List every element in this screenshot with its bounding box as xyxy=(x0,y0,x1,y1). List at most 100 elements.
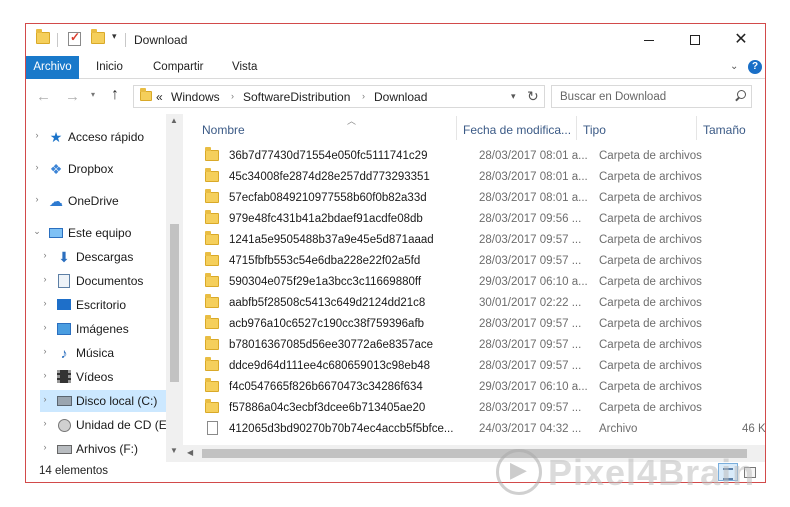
file-date: 28/03/2017 09:56 ... xyxy=(479,213,582,225)
nav-item-disco-local-c[interactable]: › Disco local (C:) xyxy=(40,390,166,412)
breadcrumb-windows[interactable]: Windows xyxy=(171,90,220,104)
refresh-icon[interactable]: ↻ xyxy=(527,88,539,105)
navigation-scrollbar[interactable]: ▲ ▼ xyxy=(166,114,183,462)
expand-ribbon-chevron-icon[interactable]: ⌄ xyxy=(730,61,738,72)
folder-icon xyxy=(205,147,219,161)
nav-item-descargas[interactable]: › ⬇ Descargas xyxy=(40,246,162,268)
nav-item-unidad-cd[interactable]: › Unidad de CD (E xyxy=(40,414,166,436)
play-logo-icon xyxy=(496,449,542,495)
nav-item-acceso-rapido[interactable]: › ★ Acceso rápido xyxy=(32,126,162,148)
expand-chevron-icon[interactable]: › xyxy=(40,346,50,356)
nav-item-onedrive[interactable]: › ☁ OneDrive xyxy=(32,190,162,212)
file-date: 28/03/2017 09:57 ... xyxy=(479,255,582,267)
file-date: 28/03/2017 08:01 a... xyxy=(479,171,588,183)
tab-compartir[interactable]: Compartir xyxy=(153,56,203,79)
file-row[interactable]: 590304e075f29e1a3bcc3c11669880ff 29/03/20… xyxy=(193,271,765,292)
file-date: 28/03/2017 09:57 ... xyxy=(479,318,582,330)
nav-item-escritorio[interactable]: › Escritorio xyxy=(40,294,162,316)
column-header-name[interactable]: Nombre xyxy=(202,123,245,137)
nav-item-videos[interactable]: › Vídeos xyxy=(40,366,162,388)
column-divider[interactable] xyxy=(696,116,697,140)
expand-chevron-icon[interactable]: › xyxy=(40,418,50,428)
file-row[interactable]: 412065d3bd90270b70b74ec4accb5f5bfce... 24… xyxy=(193,418,765,439)
expand-chevron-icon[interactable]: › xyxy=(40,274,50,284)
nav-item-documentos[interactable]: › Documentos xyxy=(40,270,162,292)
properties-icon[interactable] xyxy=(68,30,81,48)
maximize-button[interactable] xyxy=(672,24,718,56)
nav-item-label: Este equipo xyxy=(68,226,132,240)
close-button[interactable]: ✕ xyxy=(718,24,764,56)
breadcrumb-softwaredistribution[interactable]: SoftwareDistribution xyxy=(243,90,350,104)
nav-item-arhivos-f[interactable]: › Arhivos (F:) xyxy=(40,438,162,460)
new-folder-icon[interactable] xyxy=(91,29,105,48)
expand-chevron-icon[interactable]: › xyxy=(32,130,42,140)
file-row[interactable]: 45c34008fe2874d28e257dd773293351 28/03/20… xyxy=(193,166,765,187)
scroll-down-arrow-icon[interactable]: ▼ xyxy=(170,446,178,455)
desktop-icon xyxy=(56,297,72,313)
file-row[interactable]: 36b7d77430d71554e050fc5111741c29 28/03/20… xyxy=(193,145,765,166)
file-date: 24/03/2017 04:32 ... xyxy=(479,423,582,435)
tab-vista[interactable]: Vista xyxy=(232,56,257,79)
expand-chevron-icon[interactable]: › xyxy=(32,162,42,172)
search-input[interactable]: Buscar en Download xyxy=(551,85,752,108)
file-row[interactable]: 57ecfab0849210977558b60f0b82a33d 28/03/20… xyxy=(193,187,765,208)
help-button[interactable]: ? xyxy=(748,60,762,74)
folder-icon xyxy=(205,336,219,350)
address-bar[interactable]: « Windows › SoftwareDistribution › Downl… xyxy=(133,85,545,108)
expand-chevron-icon[interactable]: › xyxy=(40,394,50,404)
file-row[interactable]: f4c0547665f826b6670473c34286f634 29/03/20… xyxy=(193,376,765,397)
search-icon[interactable] xyxy=(733,89,747,103)
forward-arrow-icon[interactable]: → xyxy=(65,88,80,105)
column-divider[interactable] xyxy=(576,116,577,140)
expand-chevron-icon[interactable]: › xyxy=(40,250,50,260)
file-type: Carpeta de archivos xyxy=(599,171,702,183)
nav-item-imagenes[interactable]: › Imágenes xyxy=(40,318,162,340)
breadcrumb-overflow[interactable]: « xyxy=(156,90,163,104)
computer-icon xyxy=(48,225,64,241)
column-divider[interactable] xyxy=(456,116,457,140)
expand-chevron-icon[interactable]: › xyxy=(40,370,50,380)
nav-item-musica[interactable]: › ♪ Música xyxy=(40,342,162,364)
scrollbar-thumb[interactable] xyxy=(170,224,179,382)
folder-icon xyxy=(205,168,219,182)
file-row[interactable]: ddce9d64d111ee4c680659013c98eb48 28/03/20… xyxy=(193,355,765,376)
column-header-size[interactable]: Tamaño xyxy=(703,123,746,137)
expand-chevron-icon[interactable]: › xyxy=(40,322,50,332)
file-name: f57886a04c3ecbf3dcee6b713405ae20 xyxy=(229,402,426,414)
scroll-up-arrow-icon[interactable]: ▲ xyxy=(170,116,178,125)
file-row[interactable]: 4715fbfb553c54e6dba228e22f02a5fd 28/03/20… xyxy=(193,250,765,271)
breadcrumb-chevron-icon[interactable]: › xyxy=(362,91,365,101)
customize-toolbar-chevron-icon[interactable]: ▾ xyxy=(112,31,117,42)
file-row[interactable]: b78016367085d56ee30772a6e8357ace 28/03/20… xyxy=(193,334,765,355)
title-separator xyxy=(125,33,126,47)
up-arrow-icon[interactable]: ↑ xyxy=(111,86,119,104)
nav-item-dropbox[interactable]: › ❖ Dropbox xyxy=(32,158,162,180)
file-row[interactable]: 979e48fc431b41a2bdaef91acdfe08db 28/03/20… xyxy=(193,208,765,229)
scroll-left-arrow-icon[interactable]: ◀ xyxy=(187,448,193,457)
tab-archivo[interactable]: Archivo xyxy=(26,56,79,79)
address-dropdown-chevron-icon[interactable]: ▾ xyxy=(511,91,516,102)
recent-locations-chevron-icon[interactable]: ▾ xyxy=(91,90,95,99)
file-list: ︿ Nombre Fecha de modifica... Tipo Tamañ… xyxy=(183,114,765,462)
expand-chevron-icon[interactable]: › xyxy=(40,298,50,308)
address-row: ← → ▾ ↑ « Windows › SoftwareDistribution… xyxy=(26,80,765,114)
file-row[interactable]: f57886a04c3ecbf3dcee6b713405ae20 28/03/20… xyxy=(193,397,765,418)
dropbox-icon: ❖ xyxy=(49,161,63,177)
file-row[interactable]: acb976a10c6527c190cc38f759396afb 28/03/20… xyxy=(193,313,765,334)
file-name: 590304e075f29e1a3bcc3c11669880ff xyxy=(229,276,422,288)
expand-chevron-icon[interactable]: › xyxy=(40,442,50,452)
breadcrumb-chevron-icon[interactable]: › xyxy=(231,91,234,101)
column-header-date[interactable]: Fecha de modifica... xyxy=(463,123,571,137)
minimize-button[interactable] xyxy=(626,24,672,56)
file-type: Carpeta de archivos xyxy=(599,297,702,309)
back-arrow-icon[interactable]: ← xyxy=(36,88,51,105)
tab-inicio[interactable]: Inicio xyxy=(96,56,123,79)
column-header-type[interactable]: Tipo xyxy=(583,123,606,137)
nav-item-este-equipo[interactable]: ⌄ Este equipo xyxy=(32,222,162,244)
drive-icon xyxy=(56,441,72,457)
expand-chevron-icon[interactable]: › xyxy=(32,194,42,204)
breadcrumb-download[interactable]: Download xyxy=(374,90,427,104)
collapse-chevron-icon[interactable]: ⌄ xyxy=(32,226,42,237)
file-row[interactable]: 1241a5e9505488b37a9e45e5d871aaad 28/03/20… xyxy=(193,229,765,250)
file-row[interactable]: aabfb5f28508c5413c649d2124dd21c8 30/01/20… xyxy=(193,292,765,313)
